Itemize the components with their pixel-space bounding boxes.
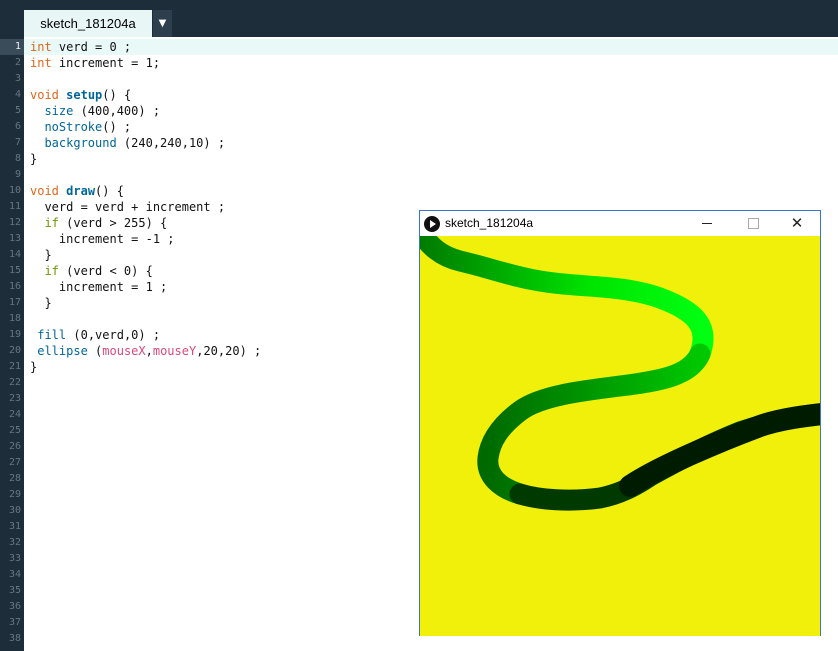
- maximize-icon: [747, 218, 759, 229]
- line-number: 24: [8, 409, 21, 420]
- line-number: 33: [8, 553, 21, 564]
- line-number: 37: [8, 617, 21, 628]
- line-number: 11: [8, 201, 21, 212]
- line-number: 27: [8, 457, 21, 468]
- line-number: 15: [8, 265, 21, 276]
- line-number: 25: [8, 425, 21, 436]
- line-number: 26: [8, 441, 21, 452]
- close-button[interactable]: ✕: [774, 211, 820, 236]
- line-number: 31: [8, 521, 21, 532]
- line-number: 8: [14, 153, 21, 164]
- sketch-window-title: sketch_181204a: [445, 216, 534, 230]
- code-line: int increment = 1;: [30, 56, 161, 70]
- line-number: 30: [8, 505, 21, 516]
- line-number: 2: [14, 57, 21, 68]
- code-line: }: [30, 152, 38, 166]
- code-line: background (240,240,10) ;: [44, 136, 226, 150]
- line-number: 10: [8, 185, 21, 196]
- line-number: 1: [0, 39, 24, 55]
- line-number: 7: [14, 137, 21, 148]
- line-number: 23: [8, 393, 21, 404]
- code-line: size (400,400) ;: [44, 104, 161, 118]
- line-number: 12: [8, 217, 21, 228]
- line-number: 36: [8, 601, 21, 612]
- drawing-trail: [420, 236, 820, 511]
- minimize-button[interactable]: [684, 211, 730, 236]
- line-number: 34: [8, 569, 21, 580]
- line-number: 22: [8, 377, 21, 388]
- code-line: fill (0,verd,0) ;: [37, 328, 161, 342]
- tab-sketch[interactable]: sketch_181204a: [24, 10, 152, 37]
- line-number: 16: [8, 281, 21, 292]
- tab-menu-arrow-icon[interactable]: ▼: [153, 10, 172, 37]
- processing-play-icon: [424, 216, 440, 232]
- line-number: 19: [8, 329, 21, 340]
- tab-bar: sketch_181204a ▼: [0, 0, 838, 37]
- line-number: 4: [14, 89, 21, 100]
- code-line: }: [30, 296, 52, 310]
- maximize-button[interactable]: [730, 211, 776, 236]
- line-number: 5: [14, 105, 21, 116]
- code-line: }: [30, 360, 38, 374]
- trail-segment-bottom-end: [619, 403, 820, 497]
- code-line: if (verd > 255) {: [44, 216, 168, 230]
- line-number: 9: [14, 169, 21, 180]
- line-number: 32: [8, 537, 21, 548]
- line-number: 20: [8, 345, 21, 356]
- code-line: }: [30, 248, 52, 262]
- minimize-icon: [702, 223, 712, 224]
- sketch-window[interactable]: sketch_181204a ✕: [419, 210, 821, 636]
- trail-segment-top: [420, 236, 714, 365]
- line-number: 14: [8, 249, 21, 260]
- line-number-gutter: 1 2 3 4 5 6 7 8 9 10 11 12 13 14 15 16 17 18 19 20 21 22 23 24 2…: [0, 37, 24, 651]
- code-line: if (verd < 0) {: [44, 264, 153, 278]
- code-line: ellipse (mouseX,mouseY,20,20) ;: [37, 344, 262, 358]
- code-line: increment = 1 ;: [30, 280, 168, 294]
- code-line: verd = verd + increment ;: [30, 200, 226, 214]
- line-number: 28: [8, 473, 21, 484]
- sketch-canvas[interactable]: [420, 236, 820, 636]
- current-line-highlight: [24, 39, 838, 55]
- code-line: int verd = 0 ;: [30, 40, 132, 54]
- line-number: 35: [8, 585, 21, 596]
- line-number: 18: [8, 313, 21, 324]
- line-number: 29: [8, 489, 21, 500]
- line-number: 13: [8, 233, 21, 244]
- line-number: 21: [8, 361, 21, 372]
- line-number: 6: [14, 121, 21, 132]
- sketch-window-titlebar[interactable]: sketch_181204a ✕: [420, 211, 820, 236]
- code-line: increment = -1 ;: [30, 232, 175, 246]
- code-line: noStroke() ;: [44, 120, 132, 134]
- line-number: 38: [8, 633, 21, 644]
- code-line: void draw() {: [30, 184, 124, 198]
- line-number: 17: [8, 297, 21, 308]
- code-line: void setup() {: [30, 88, 132, 102]
- line-number: 3: [14, 73, 21, 84]
